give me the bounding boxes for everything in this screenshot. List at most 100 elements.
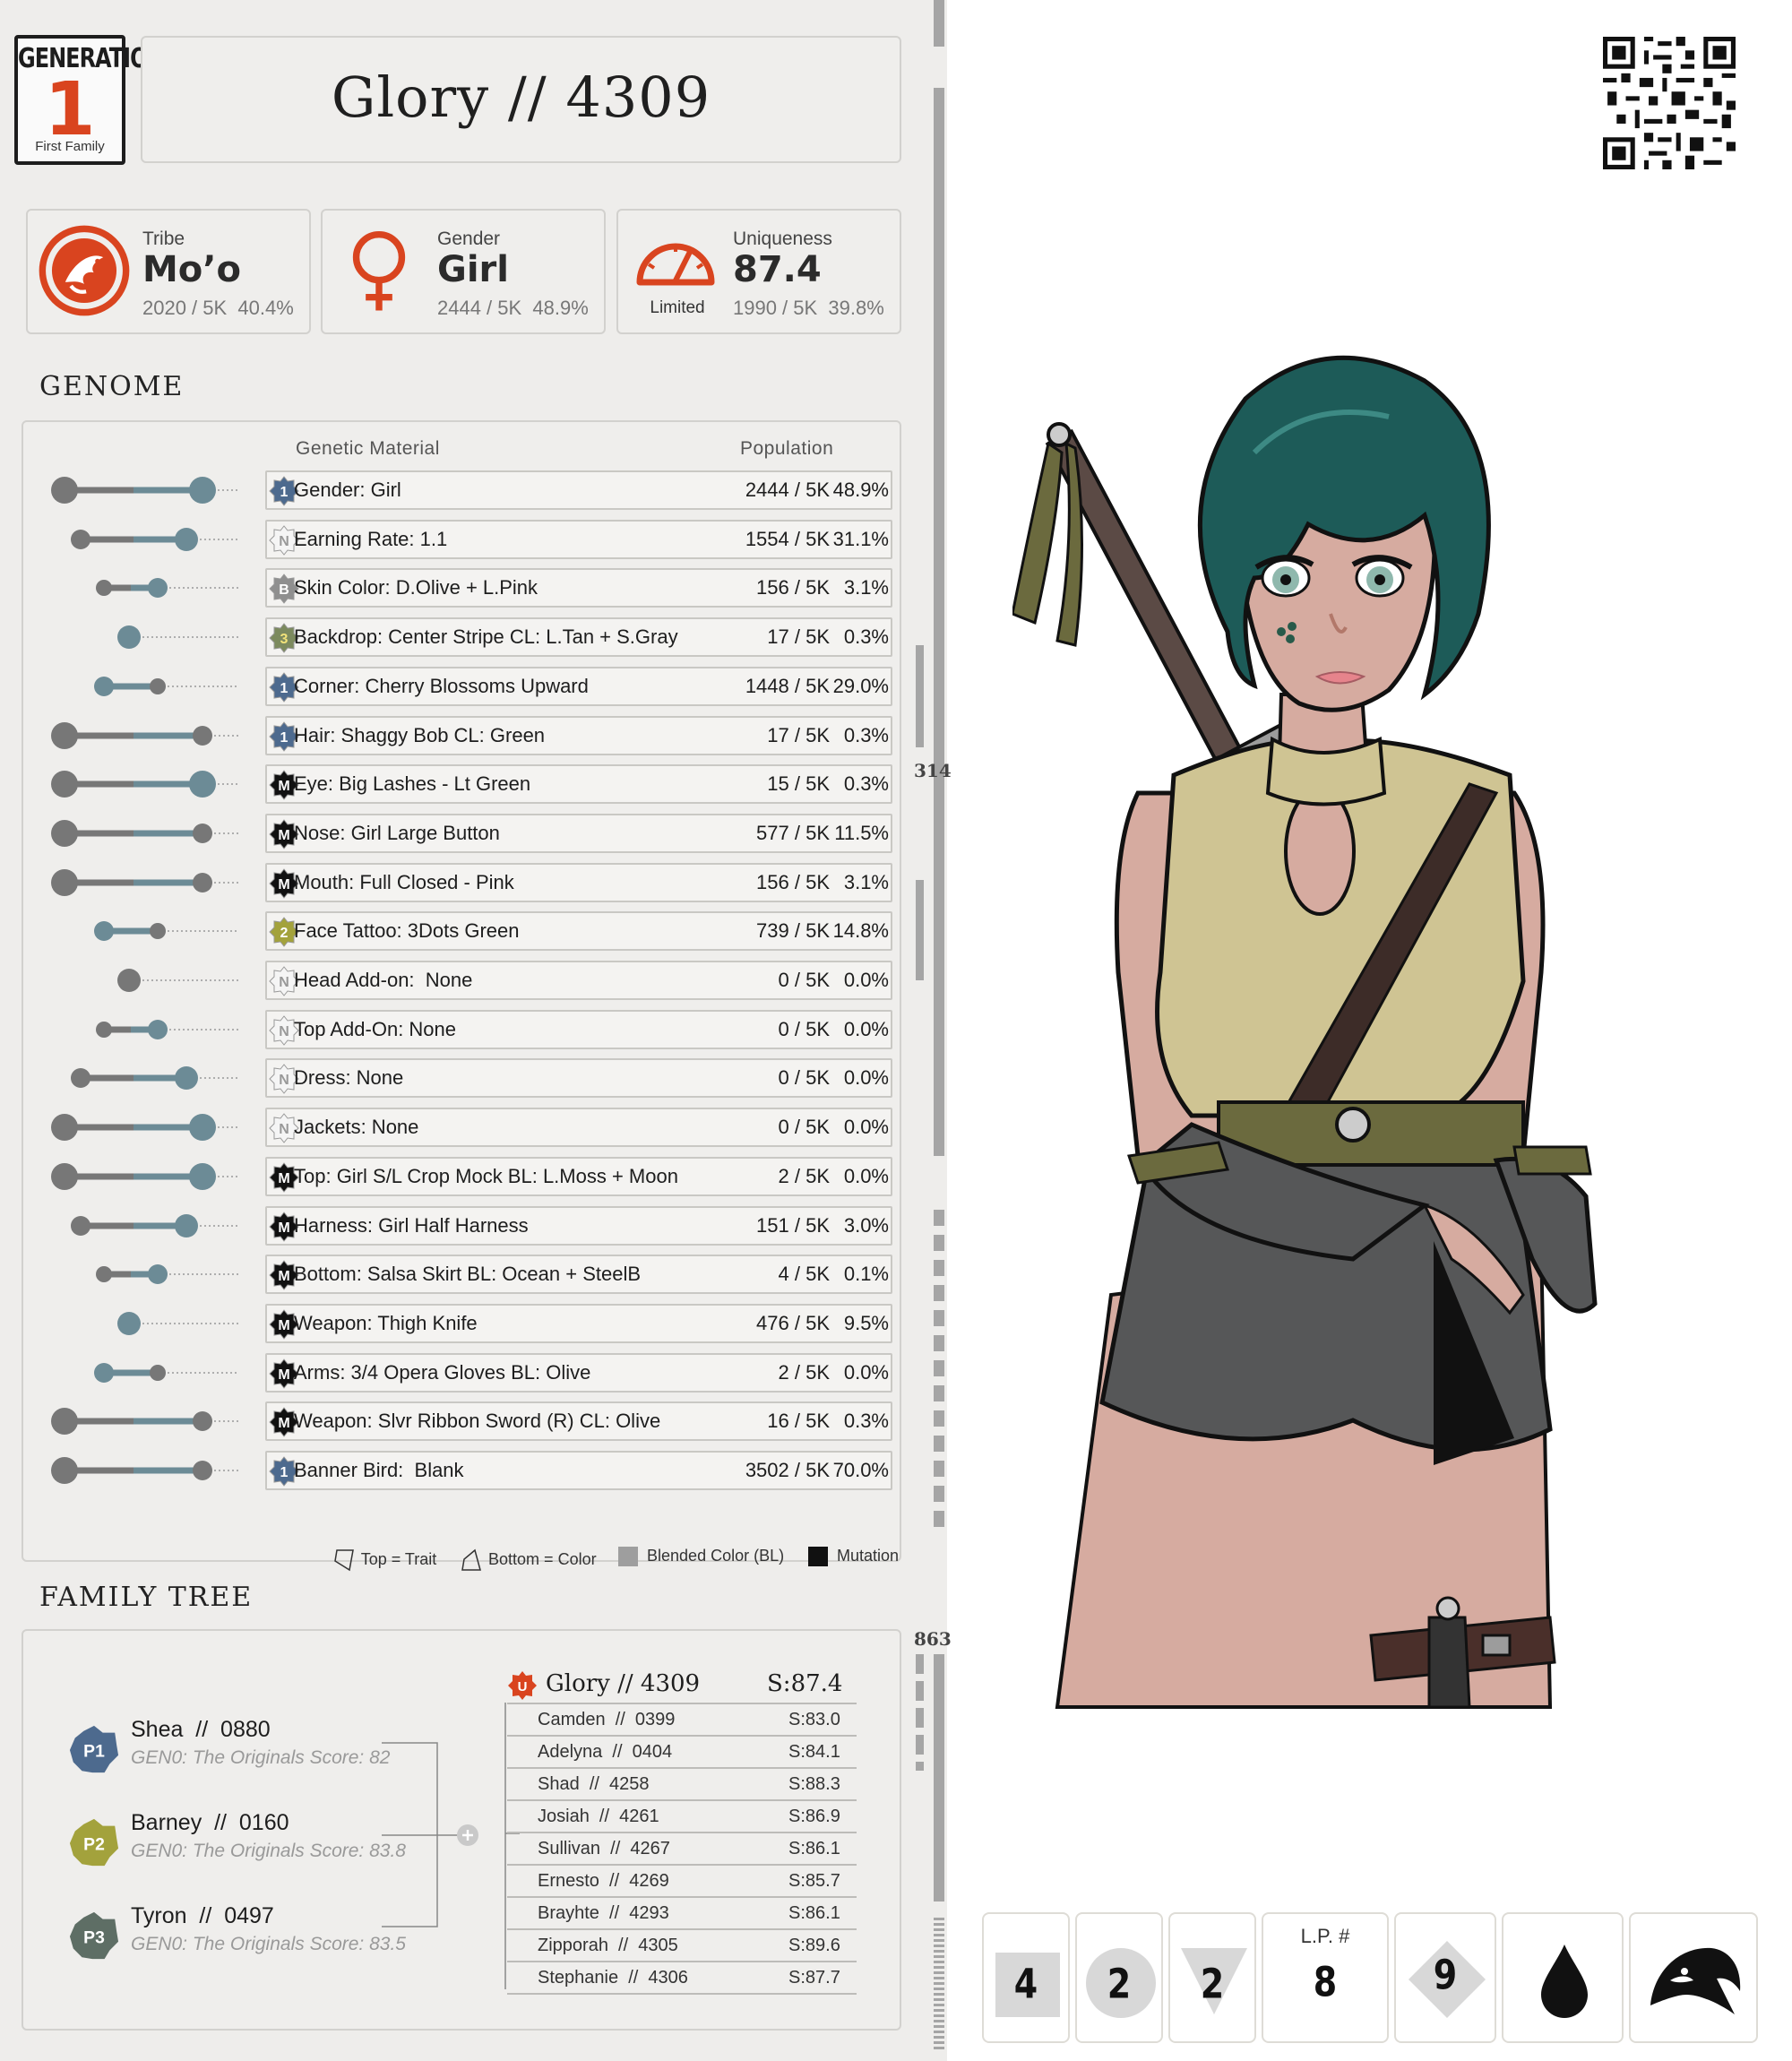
generation-badge: GENERATION 1 First Family [14,35,166,165]
sibling-score: S:86.1 [788,1839,840,1858]
sibling-score: S:83.0 [788,1710,840,1729]
gene-row[interactable]: N Head Add-on: None 0 / 5K 0.0% [23,961,903,1000]
gene-row[interactable]: 1 Banner Bird: Blank 3502 / 5K 70.0% [23,1451,903,1490]
sibling-score: S:86.9 [788,1807,840,1826]
gender-label: Gender [437,229,501,249]
gene-dots-icon [117,969,238,992]
gene-row[interactable]: M Top: Girl S/L Crop Mock BL: L.Moss + Mo… [23,1156,903,1196]
gene-count: 17 / 5K [767,723,830,746]
sibling-row[interactable]: Sullivan // 4267 S:86.1 [507,1833,857,1866]
sibling-name: Camden // 0399 [538,1710,676,1729]
stat-uniqueness: Limited Uniqueness 87.4 1990 / 5K 39.8% [616,209,901,334]
sibling-row[interactable]: Shad // 4258 S:88.3 [507,1769,857,1801]
gene-row[interactable]: M Bottom: Salsa Skirt BL: Ocean + SteelB 4… [23,1255,903,1295]
gene-dots-icon [51,1408,238,1436]
gene-dots-icon [117,625,238,650]
gene-pct: 48.9% [832,479,889,501]
gene-dots-icon [51,477,238,504]
gene-dots-icon [96,1019,238,1039]
sibling-row[interactable]: Ernesto // 4269 S:85.7 [507,1866,857,1898]
gene-pct: 0.0% [843,969,889,991]
svg-text:M: M [278,1171,289,1186]
parent-p3[interactable]: P3 Tyron // 0497 GEN0: The Originals Sco… [68,1900,444,1971]
gene-row[interactable]: N Top Add-On: None 0 / 5K 0.0% [23,1009,903,1049]
gene-row[interactable]: B Skin Color: D.Olive + L.Pink 156 / 5K 3.1… [23,568,903,608]
sibling-row[interactable]: Josiah // 4261 S:86.9 [507,1801,857,1833]
gender-population: 2444 / 5K 48.9% [437,297,589,319]
gene-pct: 3.1% [843,870,889,893]
lp-label: L.P. # [1300,1925,1350,1947]
diamond-badge[interactable]: 9 [1394,1912,1496,2043]
drop-badge[interactable] [1502,1912,1624,2043]
gene-name: Dress: None [294,1066,404,1090]
parent-name: Tyron // 0497 [131,1903,274,1928]
gene-row[interactable]: 1 Corner: Cherry Blossoms Upward 1448 / 5K… [23,666,903,706]
gene-name: Weapon: Thigh Knife [294,1311,478,1334]
svg-text:P2: P2 [83,1836,105,1855]
qr-code-icon [1603,37,1736,169]
gene-count: 15 / 5K [767,772,830,796]
svg-text:P3: P3 [83,1929,105,1948]
parent-p2[interactable]: P2 Barney // 0160 GEN0: The Originals Sc… [68,1807,444,1878]
generation-sub: First Family [35,139,105,154]
gene-name: Mouth: Full Closed - Pink [294,870,514,893]
svg-text:M: M [278,1220,289,1236]
genome-title: GENOME [39,371,185,402]
sibling-row[interactable]: Stephanie // 4306 S:87.7 [507,1962,857,1995]
triangle-badge[interactable]: 2 [1168,1912,1256,2043]
sibling-score: S:89.6 [788,1936,840,1955]
gene-row[interactable]: M Harness: Girl Half Harness 151 / 5K 3.0% [23,1205,903,1246]
legend-mutation: Mutation [781,1528,899,1585]
gene-row[interactable]: N Earning Rate: 1.1 1554 / 5K 31.1% [23,519,903,559]
gene-row[interactable]: 1 Hair: Shaggy Bob CL: Green 17 / 5K 0.3% [23,715,903,755]
gene-pct: 0.0% [843,1164,889,1187]
gene-dots-icon [96,1264,238,1285]
circle-badge-value: 2 [1107,1960,1132,2008]
gene-count: 4 / 5K [778,1263,830,1286]
sibling-row[interactable]: Zipporah // 4305 S:89.6 [507,1930,857,1962]
bottom-badges: 4 2 2 L.P. # 8 9 [982,1912,1758,2043]
parent-name: Barney // 0160 [131,1810,289,1835]
sibling-row[interactable]: Camden // 0399 S:83.0 [507,1704,857,1737]
gene-row[interactable]: M Weapon: Thigh Knife 476 / 5K 9.5% [23,1303,903,1343]
gene-row[interactable]: N Dress: None 0 / 5K 0.0% [23,1058,903,1099]
gene-count: 156 / 5K [756,576,830,599]
bird-badge[interactable] [1629,1912,1758,2043]
gene-row[interactable]: 2 Face Tattoo: 3Dots Green 739 / 5K 14.8% [23,911,903,952]
gene-row[interactable]: M Eye: Big Lashes - Lt Green 15 / 5K 0.3% [23,764,903,805]
svg-text:2: 2 [280,926,289,941]
gene-dots-icon [51,771,238,798]
svg-text:P1: P1 [83,1743,105,1762]
gene-row[interactable]: 3 Backdrop: Center Stripe CL: L.Tan + S.G… [23,617,903,658]
sibling-row[interactable]: Adelyna // 0404 S:84.1 [507,1737,857,1769]
gene-dots-icon [71,1213,238,1237]
legend-blended: Blended Color (BL) [591,1528,784,1585]
circle-badge[interactable]: 2 [1075,1912,1163,2043]
gene-count: 151 / 5K [756,1213,830,1237]
title-box: Glory // 4309 [141,36,901,163]
svg-text:N: N [279,1024,289,1039]
square-badge[interactable]: 4 [982,1912,1070,2043]
gene-count: 1448 / 5K [745,674,830,697]
sibling-score: S:86.1 [788,1903,840,1923]
gene-dots-icon [51,1162,238,1190]
gene-row[interactable]: M Mouth: Full Closed - Pink 156 / 5K 3.1% [23,862,903,902]
scroll-marker-a: 314 [914,760,952,781]
legend-trait: Top = Trait [305,1528,436,1592]
sibling-row[interactable]: Brayhte // 4293 S:86.1 [507,1898,857,1930]
gene-row[interactable]: N Jackets: None 0 / 5K 0.0% [23,1108,903,1148]
gene-name: Harness: Girl Half Harness [294,1213,529,1237]
gene-pct: 14.8% [832,919,889,943]
svg-text:U: U [518,1679,528,1695]
parent-p1[interactable]: P1 Shea // 0880 GEN0: The Originals Scor… [68,1713,444,1785]
lp-badge[interactable]: L.P. # 8 [1262,1912,1389,2043]
sibling-score: S:88.3 [788,1774,840,1794]
gene-dots-icon [71,1066,238,1091]
gene-row[interactable]: M Arms: 3/4 Opera Gloves BL: Olive 2 / 5K 0… [23,1352,903,1393]
svg-text:M: M [278,1318,289,1333]
gene-row[interactable]: 1 Gender: Girl 2444 / 5K 48.9% [23,470,903,510]
gene-row[interactable]: M Nose: Girl Large Button 577 / 5K 11.5% [23,813,903,853]
gene-row[interactable]: M Weapon: Slvr Ribbon Sword (R) CL: Olive… [23,1401,903,1442]
character-illustration [1012,355,1598,1709]
svg-text:N: N [279,1073,289,1088]
